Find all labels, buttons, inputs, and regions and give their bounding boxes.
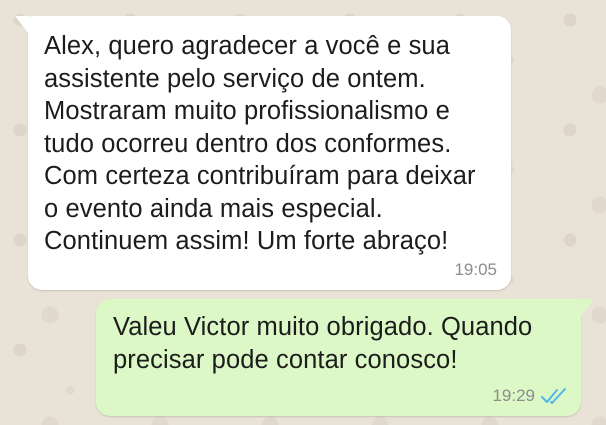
message-text: Valeu Victor muito obrigado. Quando prec… [113,313,533,374]
message-meta: 19:29 [492,386,567,406]
message-meta: 19:05 [454,260,497,280]
message-timestamp: 19:05 [454,260,497,279]
incoming-message-bubble[interactable]: Alex, quero agradecer a você e sua assis… [15,16,511,290]
double-check-read-icon [541,388,566,404]
outgoing-message-bubble[interactable]: Valeu Victor muito obrigado. Quando prec… [96,299,594,416]
message-text: Alex, quero agradecer a você e sua assis… [44,32,476,255]
message-timestamp: 19:29 [492,386,535,405]
